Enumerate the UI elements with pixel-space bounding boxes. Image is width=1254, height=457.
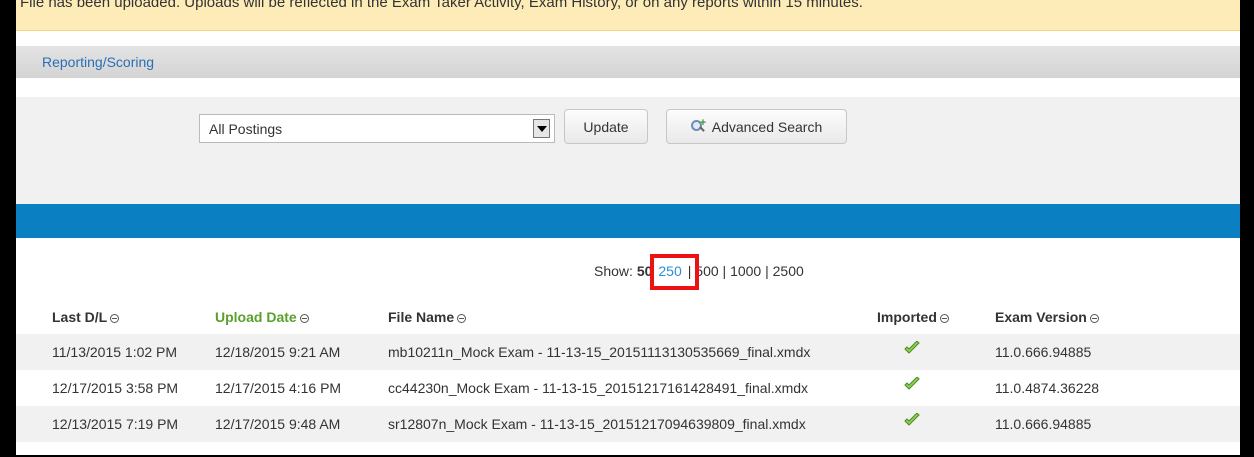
search-add-icon: + [690,118,706,133]
spacer-band [16,157,1240,204]
column-header-label: File Name [388,309,455,325]
page-size-2500[interactable]: 2500 [773,263,804,279]
sort-toggle-icon[interactable] [299,314,309,323]
column-header-label: Exam Version [995,309,1087,325]
update-button[interactable]: Update [564,109,648,144]
sort-toggle-icon[interactable] [939,314,949,323]
separator: | [765,263,769,279]
table-header-bar [16,204,1240,238]
advanced-search-button[interactable]: + Advanced Search [666,109,847,144]
postings-select[interactable]: All Postings [199,114,555,143]
column-header-exam-version[interactable]: Exam Version [995,309,1099,325]
page-frame: File has been uploaded. Uploads will be … [16,0,1240,455]
table-row[interactable]: 11/13/2015 1:02 PM 12/18/2015 9:21 AM mb… [16,334,1240,370]
upload-notice-text: File has been uploaded. Uploads will be … [20,0,863,11]
cell-file-name[interactable]: sr12807n_Mock Exam - 11-13-15_2015121709… [388,416,806,432]
cell-file-name[interactable]: mb10211n_Mock Exam - 11-13-15_2015111313… [388,344,810,360]
check-icon [904,341,920,354]
breadcrumb-reporting-scoring[interactable]: Reporting/Scoring [42,54,154,70]
update-button-label: Update [583,118,629,135]
table-row[interactable]: 12/13/2015 7:19 PM 12/17/2015 9:48 AM sr… [16,406,1240,442]
column-header-file-name[interactable]: File Name [388,309,467,325]
page-size-1000[interactable]: 1000 [730,263,761,279]
sort-toggle-icon[interactable] [457,314,467,323]
cell-exam-version: 11.0.666.94885 [995,416,1092,432]
column-header-last-dl[interactable]: Last D/L [52,309,120,325]
cell-last-dl: 12/13/2015 7:19 PM [52,416,179,432]
column-header-imported[interactable]: Imported [877,309,949,325]
table-row[interactable]: 12/17/2015 3:58 PM 12/17/2015 4:16 PM cc… [16,370,1240,406]
cell-upload-date: 12/17/2015 4:16 PM [215,380,342,396]
cell-last-dl: 12/17/2015 3:58 PM [52,380,179,396]
advanced-search-label: Advanced Search [711,118,823,135]
cell-file-name[interactable]: cc44230n_Mock Exam - 11-13-15_2015121716… [388,380,808,396]
highlight-box-250 [650,254,699,290]
upload-notice-banner: File has been uploaded. Uploads will be … [16,0,1240,31]
column-header-upload-date[interactable]: Upload Date [215,309,309,325]
cell-exam-version: 11.0.4874.36228 [995,380,1100,396]
sort-toggle-icon[interactable] [110,314,120,323]
filter-bar: All Postings Update + Advanced Search [16,97,1240,157]
column-header-label: Upload Date [215,309,297,325]
dropdown-arrow-icon[interactable] [533,119,550,138]
breadcrumb-bar: Reporting/Scoring [16,46,1240,78]
check-icon [904,413,920,426]
sort-toggle-icon[interactable] [1089,314,1099,323]
show-label: Show: [594,263,633,279]
cell-last-dl: 11/13/2015 1:02 PM [52,344,178,360]
postings-select-value: All Postings [209,121,283,137]
cell-upload-date: 12/17/2015 9:48 AM [215,416,341,432]
check-icon [904,377,920,390]
separator: | [722,263,727,279]
column-header-label: Last D/L [52,309,108,325]
column-header-label: Imported [877,309,937,325]
cell-exam-version: 11.0.666.94885 [995,344,1092,360]
cell-upload-date: 12/18/2015 9:21 AM [215,344,341,360]
